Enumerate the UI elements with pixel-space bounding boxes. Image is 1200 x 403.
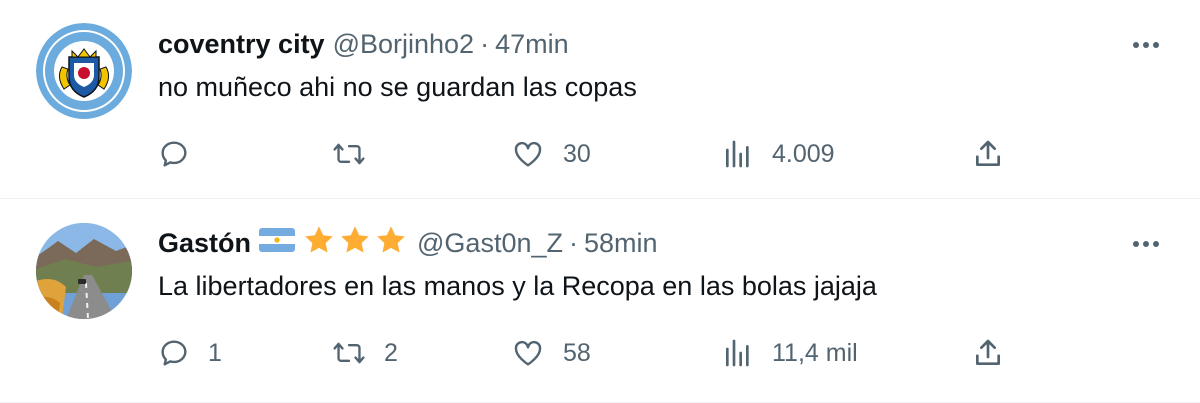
views-chart-icon: [726, 339, 749, 367]
tweet[interactable]: coventry city @Borjinho2 · 47min no muñe…: [0, 0, 1200, 199]
separator: ·: [568, 227, 578, 258]
retweet-button[interactable]: 2: [332, 333, 398, 373]
share-button[interactable]: [972, 333, 1004, 373]
tweet-header: Gastón @Gast0n_Z · 58min: [158, 225, 658, 261]
coventry-crest-icon: [36, 23, 132, 119]
heart-icon: [514, 340, 542, 366]
retweet-icon: [333, 342, 365, 364]
retweet-count: 2: [384, 338, 398, 367]
like-count: 30: [563, 139, 591, 168]
separator: ·: [480, 28, 490, 59]
display-name[interactable]: Gastón: [158, 228, 251, 259]
tweet[interactable]: Gastón @Gast0n_Z · 58min La libertadores…: [0, 199, 1200, 403]
views-button[interactable]: 4.009: [722, 134, 835, 174]
retweet-icon: [333, 143, 365, 165]
tweet-actions: 30 4.009: [0, 134, 1200, 174]
tweet-text: La libertadores en las manos y la Recopa…: [158, 271, 877, 301]
like-button[interactable]: 58: [511, 333, 591, 373]
share-icon: [976, 140, 1000, 166]
more-dots-icon: [1133, 241, 1159, 247]
timeline: coventry city @Borjinho2 · 47min no muñe…: [0, 0, 1200, 403]
star-icon: [339, 224, 371, 263]
timestamp[interactable]: 58min: [584, 228, 658, 259]
timestamp[interactable]: 47min: [495, 29, 569, 60]
username[interactable]: @Borjinho2: [333, 29, 475, 60]
views-button[interactable]: 11,4 mil: [722, 333, 858, 373]
reply-count: 1: [208, 338, 222, 367]
like-count: 58: [563, 338, 591, 367]
tweet-actions: 1 2 58 11,4 mil: [0, 333, 1200, 373]
heart-icon: [514, 141, 542, 167]
more-dots-icon: [1133, 42, 1159, 48]
retweet-button[interactable]: [332, 134, 384, 174]
username[interactable]: @Gast0n_Z: [417, 228, 563, 259]
reply-button[interactable]: 1: [158, 333, 222, 373]
display-name[interactable]: coventry city: [158, 29, 325, 60]
share-icon: [976, 339, 1000, 365]
star-icon: [303, 224, 335, 263]
views-chart-icon: [726, 140, 749, 168]
views-count: 11,4 mil: [772, 338, 858, 367]
tweet-text: no muñeco ahi no se guardan las copas: [158, 72, 637, 102]
more-options-button[interactable]: [1126, 229, 1166, 259]
argentina-flag-icon: [259, 227, 296, 259]
reply-button[interactable]: [158, 134, 208, 174]
views-count: 4.009: [772, 139, 835, 168]
share-button[interactable]: [972, 134, 1004, 174]
reply-icon: [161, 340, 187, 366]
avatar[interactable]: [36, 223, 132, 319]
like-button[interactable]: 30: [511, 134, 591, 174]
mountain-road-photo-icon: [36, 223, 132, 319]
more-options-button[interactable]: [1126, 30, 1166, 60]
star-icon: [375, 224, 407, 263]
avatar[interactable]: [36, 23, 132, 119]
tweet-header: coventry city @Borjinho2 · 47min: [158, 26, 569, 62]
reply-icon: [161, 141, 187, 167]
